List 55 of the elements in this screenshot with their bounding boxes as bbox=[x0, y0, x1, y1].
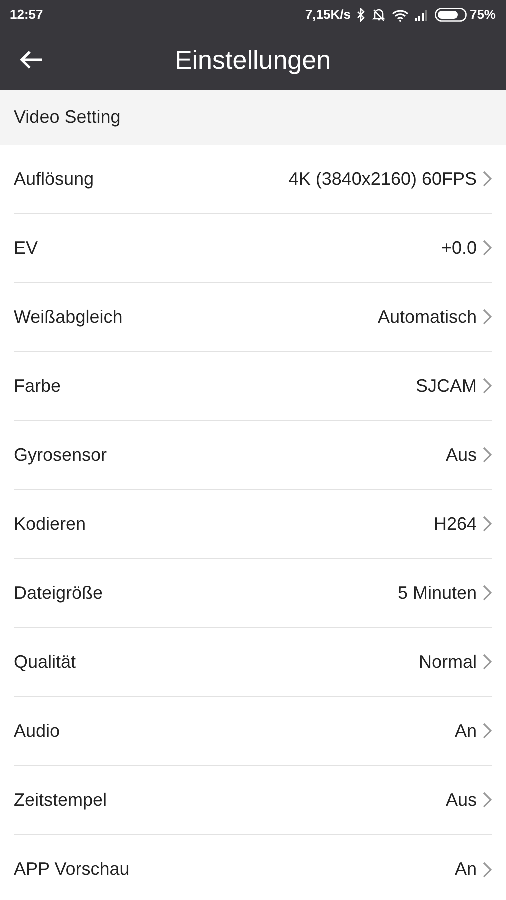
chevron-right-icon bbox=[483, 309, 492, 325]
chevron-right-icon bbox=[483, 862, 492, 878]
setting-label: Zeitstempel bbox=[14, 788, 108, 812]
setting-row[interactable]: APP Vorschau An bbox=[14, 835, 492, 900]
chevron-right-icon bbox=[483, 447, 492, 463]
setting-label: APP Vorschau bbox=[14, 858, 131, 881]
battery-percentage: 75% bbox=[470, 6, 496, 24]
setting-value: H264 bbox=[434, 512, 477, 536]
setting-label: Dateigröße bbox=[14, 582, 104, 605]
chevron-right-icon bbox=[483, 792, 492, 808]
setting-value: SJCAM bbox=[416, 374, 477, 398]
setting-label: Weißabgleich bbox=[14, 306, 124, 329]
battery-icon bbox=[434, 8, 467, 22]
chevron-right-icon bbox=[483, 723, 492, 739]
setting-value: 4K (3840x2160) 60FPS bbox=[288, 168, 477, 191]
setting-row[interactable]: Kodieren H264 bbox=[14, 490, 492, 559]
chevron-right-icon bbox=[483, 516, 492, 532]
setting-row[interactable]: EV +0.0 bbox=[14, 214, 492, 283]
setting-value: Aus bbox=[446, 788, 477, 812]
setting-row[interactable]: Audio An bbox=[14, 697, 492, 766]
setting-value: 5 Minuten bbox=[398, 582, 477, 604]
chevron-right-icon bbox=[483, 654, 492, 670]
setting-value: An bbox=[454, 858, 477, 881]
chevron-right-icon bbox=[483, 585, 492, 601]
chevron-right-icon bbox=[483, 378, 492, 394]
section-title: Video Setting bbox=[14, 106, 121, 129]
setting-row[interactable]: Farbe SJCAM bbox=[14, 352, 492, 421]
setting-value: Aus bbox=[446, 444, 477, 466]
screen-title: Einstellungen bbox=[174, 44, 332, 76]
setting-value: An bbox=[454, 720, 477, 742]
bluetooth-icon bbox=[356, 8, 366, 22]
back-arrow-icon bbox=[19, 50, 43, 70]
chevron-right-icon bbox=[483, 240, 492, 256]
setting-row[interactable]: Qualität Normal bbox=[14, 628, 492, 697]
setting-label: EV bbox=[14, 236, 40, 260]
network-speed: 7,15K/s bbox=[305, 6, 351, 24]
setting-row[interactable]: Gyrosensor Aus bbox=[14, 421, 492, 490]
muted-bell-icon bbox=[372, 8, 386, 22]
setting-value: Normal bbox=[418, 650, 477, 674]
chevron-right-icon bbox=[483, 171, 492, 187]
setting-label: Gyrosensor bbox=[14, 444, 108, 467]
signal-icon bbox=[414, 10, 429, 20]
setting-value: +0.0 bbox=[441, 236, 477, 260]
setting-label: Farbe bbox=[14, 374, 62, 398]
wifi-icon bbox=[392, 8, 409, 22]
status-time: 12:57 bbox=[10, 6, 44, 24]
setting-label: Audio bbox=[14, 720, 62, 742]
setting-row[interactable]: Dateigröße 5 Minuten bbox=[14, 559, 492, 628]
setting-label: Auflösung bbox=[14, 168, 96, 191]
setting-value: Automatisch bbox=[378, 306, 477, 328]
setting-row[interactable]: Auflösung 4K (3840x2160) 60FPS bbox=[14, 145, 492, 214]
setting-row[interactable]: Weißabgleich Automatisch bbox=[14, 283, 492, 352]
setting-label: Kodieren bbox=[14, 512, 88, 536]
setting-label: Qualität bbox=[14, 650, 78, 674]
setting-row[interactable]: Zeitstempel Aus bbox=[14, 766, 492, 835]
